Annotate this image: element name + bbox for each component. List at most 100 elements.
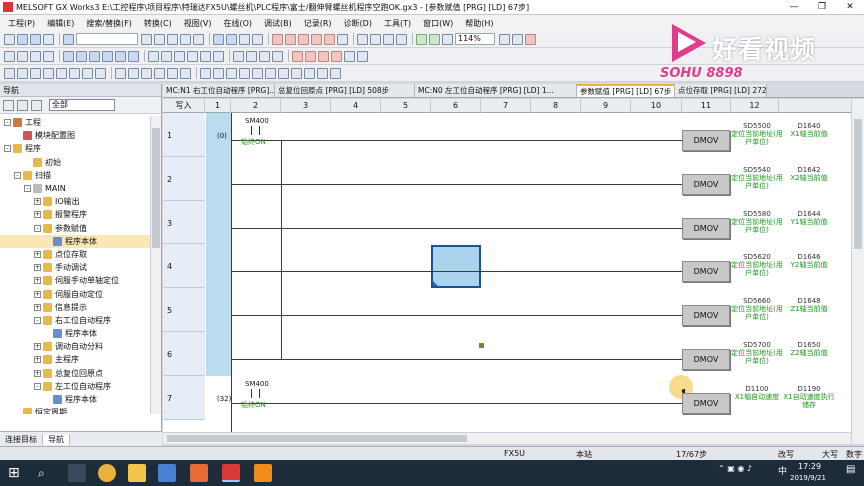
fit-icon[interactable] (442, 33, 453, 45)
read-plc-icon[interactable] (285, 33, 296, 45)
tool-m-icon[interactable] (174, 50, 185, 62)
operand[interactable]: SD5540 定位当前地址(用户单位) (729, 166, 785, 190)
tool-d-icon[interactable] (43, 50, 54, 62)
expander-icon[interactable]: + (34, 290, 41, 298)
write-plc-icon[interactable] (272, 33, 283, 45)
instruction-box[interactable]: DMOV (682, 130, 730, 151)
tool-u-icon[interactable] (292, 50, 303, 62)
new-project-icon[interactable] (4, 33, 15, 45)
zoom-out-icon[interactable] (429, 33, 440, 45)
minimize-button[interactable]: — (780, 2, 808, 12)
operand[interactable]: D1640 X1轴当前值 (781, 122, 837, 138)
monitor-icon[interactable] (317, 67, 328, 79)
operand[interactable]: SD5580 定位当前地址(用户单位) (729, 210, 785, 234)
tool-i-icon[interactable] (115, 50, 126, 62)
menu-item[interactable]: 诊断(D) (344, 18, 372, 29)
tree-item[interactable]: + 主程序 (0, 353, 150, 366)
clock-time[interactable]: 17:29 (798, 462, 821, 471)
tool-b-icon[interactable] (17, 50, 28, 62)
rise-or-icon[interactable] (141, 67, 152, 79)
tool-x-icon[interactable] (331, 50, 342, 62)
menu-item[interactable]: 调试(B) (264, 18, 292, 29)
bookmark-icon[interactable] (252, 67, 263, 79)
gxworks-icon[interactable] (222, 464, 240, 482)
tool-e-icon[interactable] (63, 50, 74, 62)
cut-icon[interactable] (141, 33, 152, 45)
zoom-in-icon[interactable] (416, 33, 427, 45)
expander-icon[interactable]: - (4, 119, 11, 127)
open-icon[interactable] (17, 33, 28, 45)
tool-s-icon[interactable] (259, 50, 270, 62)
document-tab[interactable]: MC:N1 右工位自动程序 [PRG]... (163, 84, 275, 97)
tree-item[interactable]: + 信息提示 (0, 301, 150, 314)
document-tab[interactable]: 点位存取 [PRG] [LD] 272步 (675, 84, 767, 97)
network-app-icon[interactable] (158, 464, 176, 482)
tool-q-icon[interactable] (233, 50, 244, 62)
tool-t-icon[interactable] (272, 50, 283, 62)
expander-icon[interactable]: - (24, 185, 31, 193)
notification-icon[interactable]: ▤ (846, 464, 855, 475)
document-tab[interactable]: 总复位回原点 [PRG] [LD] 508步 (275, 84, 415, 97)
tree-item[interactable]: - 工程 (0, 116, 150, 129)
tree-item[interactable]: - 程序 (0, 142, 150, 155)
tool-v-icon[interactable] (305, 50, 316, 62)
tree-item[interactable]: 程序本体 (0, 327, 150, 340)
tab-connection[interactable]: 连接目标 (0, 433, 43, 445)
expander-icon[interactable]: + (34, 356, 41, 364)
tool-z-icon[interactable] (357, 50, 368, 62)
nc-contact-icon[interactable] (17, 67, 28, 79)
document-tab[interactable]: MC:N0 左工位自动程序 [PRG] [LD] 1... (415, 84, 577, 97)
vline-icon[interactable] (95, 67, 106, 79)
tree-item[interactable]: - 扫描 (0, 169, 150, 182)
tree-item[interactable]: + 手动调试 (0, 261, 150, 274)
jump-icon[interactable] (265, 67, 276, 79)
ladder-cursor[interactable] (431, 245, 481, 288)
expander-icon[interactable]: + (34, 198, 41, 206)
editor-vscrollbar[interactable] (851, 99, 864, 444)
tool-g-icon[interactable] (89, 50, 100, 62)
operand[interactable]: SD5620 定位当前地址(用户单位) (729, 253, 785, 277)
no-contact-icon[interactable] (4, 67, 15, 79)
tree-item[interactable]: 初始 (0, 156, 150, 169)
fall-icon[interactable] (128, 67, 139, 79)
fall-or-icon[interactable] (154, 67, 165, 79)
recorder-icon[interactable] (254, 464, 272, 482)
expander-icon[interactable]: + (34, 211, 41, 219)
tree-item[interactable]: 程序本体 (0, 393, 150, 406)
operand[interactable]: D1642 X2轴当前值 (781, 166, 837, 182)
statement-icon[interactable] (512, 33, 523, 45)
row-header[interactable]: 2 (163, 156, 205, 201)
monitor-stop-icon[interactable] (324, 33, 335, 45)
tool-j-icon[interactable] (128, 50, 139, 62)
tree-item[interactable]: + 总复位回原点 (0, 367, 150, 380)
office-icon[interactable] (190, 464, 208, 482)
label-icon[interactable] (226, 67, 237, 79)
menu-item[interactable]: 帮助(H) (465, 18, 493, 29)
tree-item[interactable]: + IO输出 (0, 195, 150, 208)
nav-scrollbar[interactable] (150, 116, 161, 414)
row-header[interactable]: 4 (163, 244, 205, 289)
tree-item[interactable]: + 调动自动分料 (0, 340, 150, 353)
paste-icon[interactable] (167, 33, 178, 45)
operand[interactable]: D1646 Y2轴当前值 (781, 253, 837, 269)
tool-f-icon[interactable] (76, 50, 87, 62)
operand[interactable]: SD5500 定位当前地址(用户单位) (729, 122, 785, 146)
pulse-icon[interactable] (180, 67, 191, 79)
nav-sort-icon[interactable] (31, 99, 42, 111)
tool-n-icon[interactable] (187, 50, 198, 62)
operand[interactable]: D1644 Y1轴当前值 (781, 210, 837, 226)
list-icon[interactable] (291, 67, 302, 79)
tool-y-icon[interactable] (344, 50, 355, 62)
find-icon[interactable] (213, 33, 224, 45)
tree-item[interactable]: - MAIN (0, 182, 150, 195)
coil-icon[interactable] (56, 67, 67, 79)
stop-icon[interactable] (525, 33, 536, 45)
device-comment-icon[interactable] (278, 67, 289, 79)
menu-item[interactable]: 视图(V) (184, 18, 212, 29)
debug-icon[interactable] (383, 33, 394, 45)
instruction-icon[interactable] (69, 67, 80, 79)
st-icon[interactable] (200, 67, 211, 79)
menu-item[interactable]: 记录(R) (304, 18, 332, 29)
task-view-icon[interactable] (68, 464, 86, 482)
tree-item[interactable]: + 报警程序 (0, 208, 150, 221)
